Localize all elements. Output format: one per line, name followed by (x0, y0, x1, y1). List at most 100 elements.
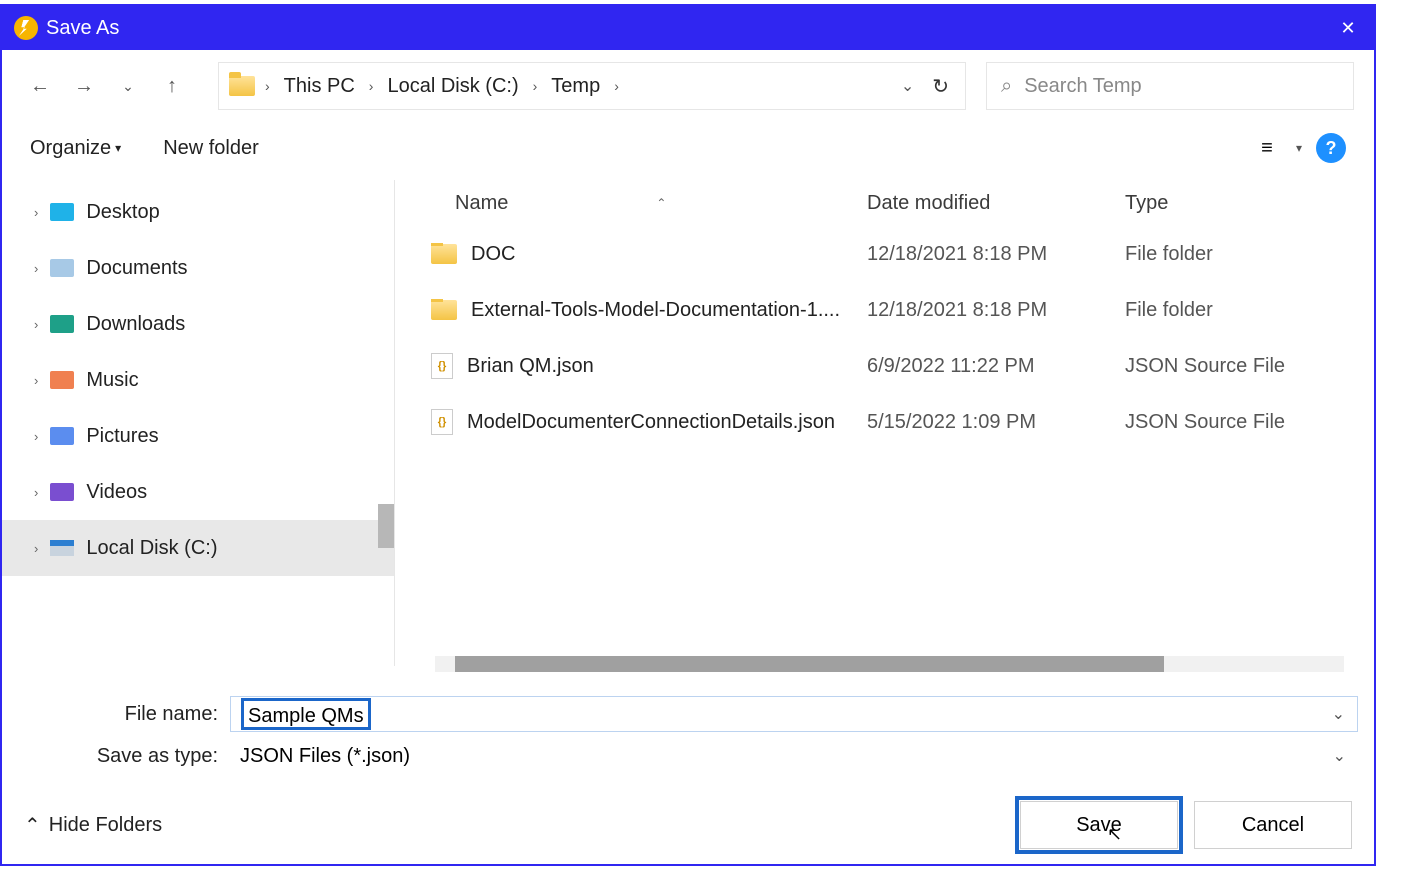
close-icon[interactable]: ✕ (1322, 6, 1374, 50)
forward-button[interactable]: → (66, 68, 102, 104)
main-area: › Desktop › Documents › Downloads › Musi… (2, 174, 1374, 672)
file-date: 6/9/2022 11:22 PM (867, 355, 1125, 378)
sidebar-item-label: Local Disk (C:) (86, 537, 217, 560)
file-type: JSON Source File (1125, 411, 1374, 434)
hide-folders-label: Hide Folders (49, 814, 162, 837)
title-bar: Save As ✕ (2, 6, 1374, 50)
sidebar-item-local-disk[interactable]: › Local Disk (C:) (2, 520, 394, 576)
sidebar-scrollbar[interactable] (378, 504, 394, 548)
sidebar-item-label: Music (86, 369, 138, 392)
save-fields: File name: Sample QMs Save as type: JSON… (2, 672, 1374, 786)
folder-icon (431, 244, 457, 264)
sidebar-item-downloads[interactable]: › Downloads (2, 296, 394, 352)
chevron-right-icon: › (34, 317, 38, 332)
sidebar-item-label: Videos (86, 481, 147, 504)
dialog-footer: ⌃ Hide Folders Save ↖ Cancel (2, 786, 1374, 864)
address-dropdown-icon[interactable]: ⌄ (901, 76, 914, 96)
sidebar-item-desktop[interactable]: › Desktop (2, 184, 394, 240)
breadcrumb-segment[interactable]: Local Disk (C:) (383, 75, 522, 98)
sidebar-item-label: Downloads (86, 313, 185, 336)
videos-icon (50, 483, 74, 501)
up-button[interactable]: ↑ (154, 68, 190, 104)
back-button[interactable]: ← (22, 68, 58, 104)
folder-icon (431, 300, 457, 320)
scrollbar-thumb[interactable] (455, 656, 1164, 672)
refresh-icon[interactable]: ↻ (932, 74, 949, 99)
column-name-label: Name (455, 192, 508, 215)
file-name: ModelDocumenterConnectionDetails.json (467, 411, 835, 434)
column-date-label: Date modified (867, 192, 990, 214)
file-name: Brian QM.json (467, 355, 594, 378)
new-folder-button[interactable]: New folder (163, 137, 259, 160)
drive-icon (50, 540, 74, 556)
search-input[interactable]: ⌕ Search Temp (986, 62, 1354, 110)
sidebar-item-documents[interactable]: › Documents (2, 240, 394, 296)
breadcrumb-segment[interactable]: This PC (280, 75, 359, 98)
save-type-label: Save as type: (18, 745, 230, 768)
cancel-button-label: Cancel (1242, 814, 1304, 837)
music-icon (50, 371, 74, 389)
documents-icon (50, 259, 74, 277)
file-row[interactable]: External-Tools-Model-Documentation-1....… (417, 282, 1374, 338)
sidebar-item-label: Pictures (86, 425, 158, 448)
cancel-button[interactable]: Cancel (1194, 801, 1352, 849)
column-type-label: Type (1125, 192, 1168, 214)
address-bar[interactable]: › This PC › Local Disk (C:) › Temp › ⌄ ↻ (218, 62, 966, 110)
file-name: DOC (471, 243, 515, 266)
chevron-right-icon: › (610, 78, 623, 94)
chevron-down-icon: ▾ (1296, 141, 1302, 155)
chevron-right-icon: › (34, 429, 38, 444)
breadcrumb-segment[interactable]: Temp (547, 75, 604, 98)
file-type: JSON Source File (1125, 355, 1374, 378)
chevron-right-icon: › (34, 373, 38, 388)
hide-folders-button[interactable]: ⌃ Hide Folders (24, 813, 162, 838)
new-folder-label: New folder (163, 137, 259, 160)
save-button[interactable]: Save ↖ (1020, 801, 1178, 849)
column-date[interactable]: Date modified (867, 192, 1125, 215)
file-date: 12/18/2021 8:18 PM (867, 243, 1125, 266)
command-toolbar: Organize ▾ New folder ≡ ▾ ? (2, 122, 1374, 174)
desktop-icon (50, 203, 74, 221)
save-type-value: JSON Files (*.json) (240, 745, 410, 768)
save-type-select[interactable]: JSON Files (*.json) (230, 738, 1358, 774)
search-icon: ⌕ (1001, 75, 1012, 98)
pictures-icon (50, 427, 74, 445)
json-file-icon: {} (431, 409, 453, 435)
save-as-dialog: Save As ✕ ← → ⌄ ↑ › This PC › Local Disk… (0, 4, 1376, 866)
sidebar-item-label: Desktop (86, 201, 159, 224)
file-row[interactable]: {}ModelDocumenterConnectionDetails.json … (417, 394, 1374, 450)
file-row[interactable]: DOC 12/18/2021 8:18 PM File folder (417, 226, 1374, 282)
column-name[interactable]: Name ⌃ (417, 192, 867, 215)
file-name-value: Sample QMs (241, 698, 371, 730)
help-icon[interactable]: ? (1316, 133, 1346, 163)
column-type[interactable]: Type (1125, 192, 1374, 215)
file-list-pane: Name ⌃ Date modified Type DOC 12/18/2021… (395, 174, 1374, 672)
navigation-pane: › Desktop › Documents › Downloads › Musi… (2, 174, 394, 672)
chevron-up-icon: ⌃ (24, 813, 41, 838)
horizontal-scrollbar[interactable] (435, 656, 1344, 672)
organize-button[interactable]: Organize ▾ (30, 137, 121, 160)
nav-toolbar: ← → ⌄ ↑ › This PC › Local Disk (C:) › Te… (2, 50, 1374, 122)
file-type: File folder (1125, 243, 1374, 266)
search-placeholder: Search Temp (1024, 75, 1141, 98)
sort-ascending-icon: ⌃ (656, 196, 666, 210)
chevron-right-icon: › (34, 205, 38, 220)
recent-locations-button[interactable]: ⌄ (110, 68, 146, 104)
column-headers: Name ⌃ Date modified Type (417, 180, 1374, 226)
chevron-right-icon: › (529, 78, 542, 94)
organize-label: Organize (30, 137, 111, 160)
chevron-right-icon: › (34, 485, 38, 500)
sidebar-item-pictures[interactable]: › Pictures (2, 408, 394, 464)
chevron-right-icon: › (34, 261, 38, 276)
file-type: File folder (1125, 299, 1374, 322)
file-name-label: File name: (18, 703, 230, 726)
highlight-box (1015, 796, 1183, 854)
json-file-icon: {} (431, 353, 453, 379)
file-row[interactable]: {} Brian QM.json 6/9/2022 11:22 PM JSON S… (417, 338, 1374, 394)
file-name-input[interactable]: Sample QMs (230, 696, 1358, 732)
sidebar-item-videos[interactable]: › Videos (2, 464, 394, 520)
chevron-right-icon: › (365, 78, 378, 94)
view-options-button[interactable]: ≡ (1252, 137, 1282, 160)
sidebar-item-music[interactable]: › Music (2, 352, 394, 408)
folder-icon (229, 76, 255, 96)
